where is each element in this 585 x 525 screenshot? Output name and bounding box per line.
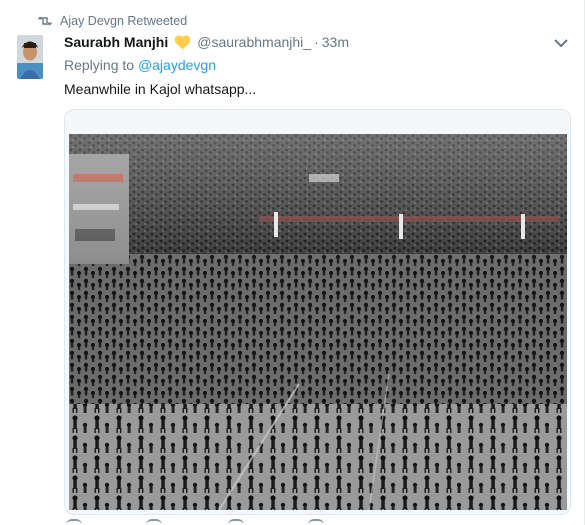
message-icon[interactable] [308, 519, 324, 525]
author-name[interactable]: Saurabh Manjhi [64, 34, 168, 50]
reply-mention-link[interactable]: @ajaydevgn [138, 57, 216, 73]
chevron-down-icon[interactable] [553, 36, 569, 50]
tweet-header: Saurabh Manjhi @saurabhmanjhi_ · 33m [64, 33, 349, 51]
timestamp[interactable]: 33m [322, 34, 349, 50]
retweet-icon [38, 15, 52, 27]
replying-to: Replying to @ajaydevgn [64, 57, 216, 73]
reply-prefix: Replying to [64, 57, 135, 73]
like-icon[interactable] [228, 519, 244, 525]
reply-icon[interactable] [66, 519, 82, 525]
tweet-actions [64, 519, 364, 525]
author-handle[interactable]: @saurabhmanjhi_ [197, 34, 311, 50]
crowd-photo[interactable] [69, 134, 567, 511]
yellow-heart-icon [174, 34, 191, 50]
retweet-context: Ajay Devgn Retweeted [38, 13, 187, 29]
retweet-label[interactable]: Ajay Devgn Retweeted [60, 14, 187, 28]
retweet-action-icon[interactable] [146, 519, 162, 525]
avatar[interactable] [17, 35, 43, 79]
tweet-text: Meanwhile in Kajol whatsapp... [64, 81, 257, 97]
separator-dot: · [314, 34, 319, 50]
media-container[interactable] [64, 109, 571, 515]
tweet[interactable]: Ajay Devgn Retweeted Saurabh Manjhi @sau… [0, 0, 585, 525]
